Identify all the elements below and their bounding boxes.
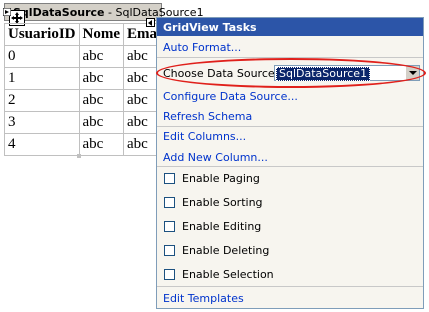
table-cell: abc [78,67,125,90]
enable-editing-checkbox[interactable] [164,221,175,232]
refresh-schema-link[interactable]: Refresh Schema [163,110,252,123]
tasks-title: GridView Tasks [163,21,257,34]
configure-data-source-link[interactable]: Configure Data Source... [163,90,298,103]
tasks-header: GridView Tasks [157,18,423,36]
divider [157,166,423,167]
sqldatasource-type: SqlDataSource [13,6,105,19]
table-cell: 1 [4,67,80,90]
grid-tag-icon [2,3,12,17]
table-row: 0 abc abc [4,45,170,68]
enable-selection-label: Enable Selection [182,268,274,281]
enable-selection-checkbox[interactable] [164,269,175,280]
table-cell: abc [78,45,125,68]
table-row: 1 abc abc [4,67,170,90]
gridview[interactable]: UsuarioID Nome Email 0 abc abc 1 abc abc… [4,23,170,156]
table-cell: abc [78,89,125,112]
table-cell: 2 [4,89,80,112]
enable-sorting-label: Enable Sorting [182,196,263,209]
table-cell: abc [78,133,125,156]
table-cell: 3 [4,111,80,134]
resize-handle[interactable] [77,154,81,158]
table-cell: 0 [4,45,80,68]
sqldatasource-control[interactable]: SqlDataSource - SqlDataSource1 [4,3,204,21]
divider [157,126,423,127]
gridview-tasks-panel: GridView Tasks Auto Format... Choose Dat… [156,17,426,309]
table-row: 3 abc abc [4,111,170,134]
edit-columns-link[interactable]: Edit Columns... [163,130,246,143]
edit-templates-link[interactable]: Edit Templates [163,292,244,305]
data-source-select[interactable]: SqlDataSource1 [274,65,420,81]
divider [157,286,423,287]
enable-sorting-checkbox[interactable] [164,197,175,208]
table-row: 4 abc abc [4,133,170,156]
enable-deleting-label: Enable Deleting [182,244,270,257]
enable-paging-label: Enable Paging [182,172,260,185]
add-new-column-link[interactable]: Add New Column... [163,151,268,164]
auto-format-link[interactable]: Auto Format... [163,41,241,54]
enable-paging-checkbox[interactable] [164,173,175,184]
enable-editing-label: Enable Editing [182,220,262,233]
choose-data-source-label: Choose Data Source: [163,67,279,80]
table-cell: abc [78,111,125,134]
column-header: UsuarioID [4,23,80,46]
divider [157,57,423,58]
chevron-down-icon[interactable] [406,66,419,80]
table-row: 2 abc abc [4,89,170,112]
table-cell: 4 [4,133,80,156]
column-header: Nome [78,23,125,46]
smart-tag-icon[interactable] [146,18,155,27]
grid-header-row: UsuarioID Nome Email [4,23,170,46]
enable-deleting-checkbox[interactable] [164,245,175,256]
data-source-selected: SqlDataSource1 [276,67,371,81]
